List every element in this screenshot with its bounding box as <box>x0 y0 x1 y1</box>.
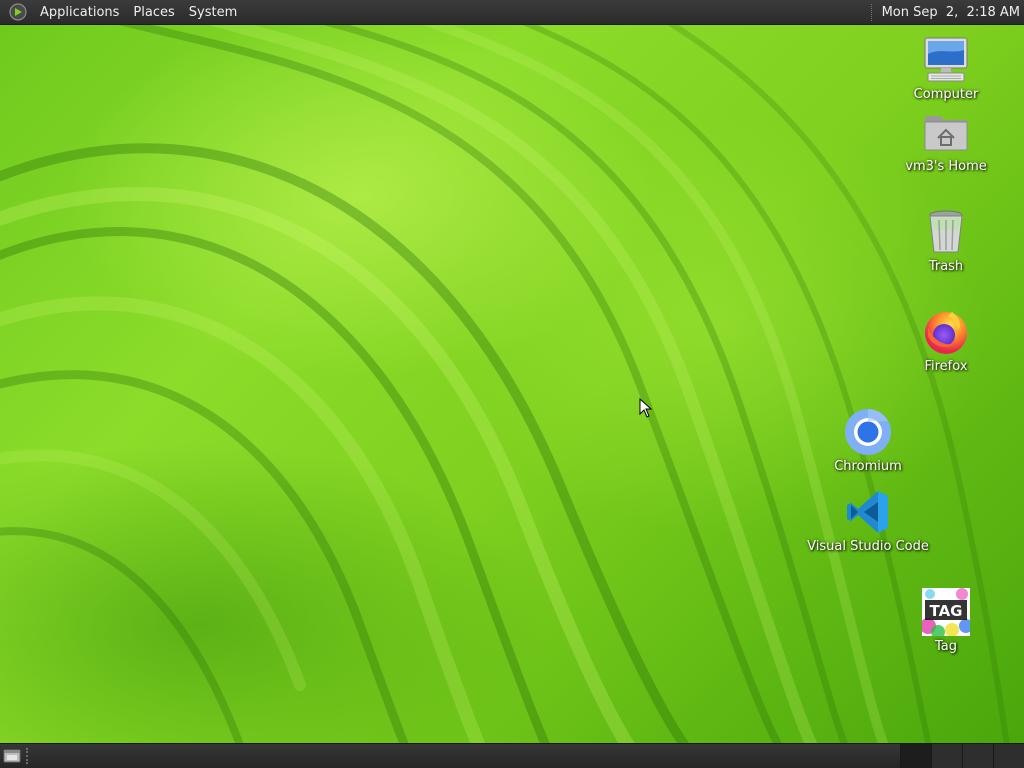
menu-applications[interactable]: Applications <box>33 0 126 25</box>
desktop-icon-computer[interactable]: Computer <box>886 35 1006 102</box>
tag-icon-text: TAG <box>930 602 963 620</box>
home-folder-icon <box>921 107 971 157</box>
desktop-icon-firefox[interactable]: Firefox <box>886 307 1006 374</box>
desktop-icon-home[interactable]: vm3's Home <box>886 107 1006 174</box>
tag-icon: TAG <box>921 587 971 637</box>
workspace-switcher <box>900 744 1024 768</box>
bottom-panel <box>0 743 1024 768</box>
leaf-streaks <box>0 25 1010 743</box>
chromium-icon <box>843 407 893 457</box>
desktop-icon-trash[interactable]: Trash <box>886 207 1006 274</box>
desktop-icon-vscode[interactable]: Visual Studio Code <box>807 487 929 554</box>
workspace-4[interactable] <box>993 744 1024 768</box>
top-panel: Applications Places System Mon Sep 2, 2:… <box>0 0 1024 25</box>
workspace-3[interactable] <box>962 744 993 768</box>
desktop-icon-label: Tag <box>934 639 957 654</box>
desktop-icon-label: Trash <box>928 259 964 274</box>
clock[interactable]: Mon Sep 2, 2:18 AM <box>882 5 1024 20</box>
desktop-icon-chromium[interactable]: Chromium <box>808 407 928 474</box>
desktop-wallpaper[interactable]: Computer vm3's Home Trash Firefox Chromi… <box>0 25 1024 743</box>
desktop-icon-tag[interactable]: TAG Tag <box>886 587 1006 654</box>
menu-logo-icon[interactable] <box>9 3 27 21</box>
desktop-icon-label: Chromium <box>834 459 902 474</box>
panel-drag-handle[interactable] <box>26 748 31 764</box>
trash-icon <box>921 207 971 257</box>
mouse-cursor-icon <box>639 398 653 418</box>
computer-icon <box>921 35 971 85</box>
show-desktop-icon[interactable] <box>2 747 22 765</box>
menu-system[interactable]: System <box>182 0 244 25</box>
vscode-icon <box>843 487 893 537</box>
desktop-icon-label: vm3's Home <box>905 159 987 174</box>
desktop-icon-label: Computer <box>913 87 979 102</box>
panel-separator <box>870 3 874 21</box>
menu-places[interactable]: Places <box>126 0 181 25</box>
workspace-1[interactable] <box>900 744 931 768</box>
workspace-2[interactable] <box>931 744 962 768</box>
firefox-icon <box>921 307 971 357</box>
desktop-icon-label: Visual Studio Code <box>807 539 929 554</box>
desktop-icon-label: Firefox <box>924 359 968 374</box>
